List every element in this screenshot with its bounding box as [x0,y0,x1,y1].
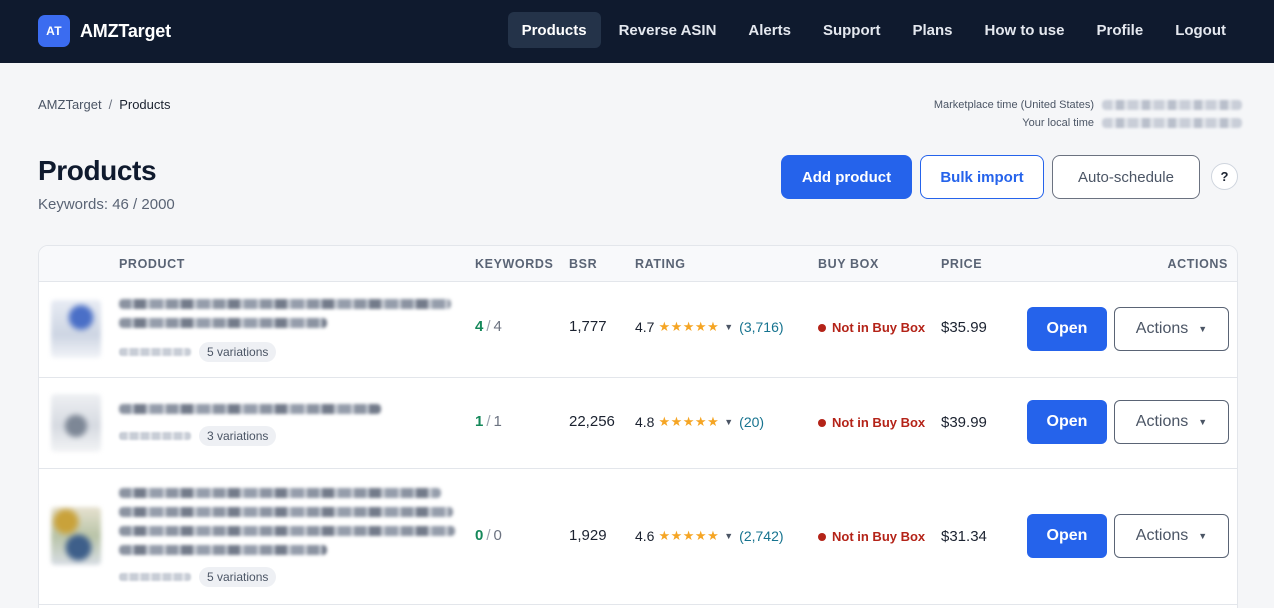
product-meta: 5 variations [119,342,277,362]
rating[interactable]: 4.8 ★★★★★ ▼ (20) [635,414,764,430]
status-dot-icon [818,418,826,427]
keywords-usage: Keywords: 46 / 2000 [38,196,175,213]
variations-badge[interactable]: 5 variations [199,567,277,587]
product-title-blurred[interactable] [119,488,455,564]
breadcrumb-separator: / [108,97,113,112]
time-info: Marketplace time (United States) Your lo… [934,96,1242,132]
keywords-count[interactable]: 1/1 [475,413,502,430]
chevron-down-icon[interactable]: ▼ [724,531,733,541]
nav-products[interactable]: Products [507,12,601,48]
open-button[interactable]: Open [1027,514,1107,558]
reviews-count[interactable]: (2,742) [739,528,783,544]
col-bsr[interactable]: BSR [569,257,597,271]
chevron-down-icon[interactable]: ▼ [724,322,733,332]
brand-name: AMZTarget [80,20,171,41]
table-header: PRODUCT KEYWORDS BSR RATING BUY BOX PRIC… [39,246,1237,282]
product-title-blurred[interactable] [119,404,381,423]
caret-down-icon: ▼ [1198,417,1208,427]
buy-box-status: Not in Buy Box [818,529,925,544]
local-time-label: Your local time [1022,117,1094,129]
product-asin-blurred [119,432,191,440]
nav-plans[interactable]: Plans [898,12,966,48]
top-navbar: AT AMZTarget Products Reverse ASIN Alert… [0,0,1274,63]
rating-value: 4.6 [635,528,655,544]
product-thumbnail[interactable] [51,300,101,358]
variations-badge[interactable]: 3 variations [199,426,277,446]
star-rating-icon: ★★★★★ [658,528,720,543]
page-title: Products [38,155,157,186]
col-actions: ACTIONS [1167,257,1228,271]
open-button[interactable]: Open [1027,400,1107,444]
nav-how-to-use[interactable]: How to use [970,12,1078,48]
rating-value: 4.7 [635,319,655,335]
reviews-count[interactable]: (3,716) [739,319,783,335]
breadcrumb-root[interactable]: AMZTarget [38,97,102,112]
bsr-value: 1,929 [569,527,607,544]
product-meta: 3 variations [119,426,277,446]
variations-badge[interactable]: 5 variations [199,342,277,362]
reviews-count[interactable]: (20) [739,414,764,430]
rating[interactable]: 4.6 ★★★★★ ▼ (2,742) [635,528,784,544]
col-keywords[interactable]: KEYWORDS [475,257,553,271]
price-value: $31.34 [941,528,987,545]
actions-dropdown[interactable]: Actions ▼ [1114,400,1229,444]
bsr-value: 22,256 [569,413,615,430]
actions-dropdown[interactable]: Actions ▼ [1114,307,1229,351]
help-button[interactable]: ? [1211,163,1238,190]
col-price[interactable]: PRICE [941,257,982,271]
keywords-count[interactable]: 4/4 [475,318,502,335]
table-row: 5 variations 4/4 1,777 4.7 ★★★★★ ▼ (3,71… [39,282,1237,378]
caret-down-icon: ▼ [1198,531,1208,541]
brand[interactable]: AT AMZTarget [38,15,171,47]
main-nav: Products Reverse ASIN Alerts Support Pla… [504,12,1240,48]
price-value: $35.99 [941,319,987,336]
add-product-button[interactable]: Add product [781,155,912,199]
marketplace-time-label: Marketplace time (United States) [933,99,1094,111]
breadcrumb-current: Products [119,97,171,112]
marketplace-time-value-blurred [1102,100,1242,110]
keywords-count[interactable]: 0/0 [475,527,502,544]
status-dot-icon [818,532,826,541]
nav-logout[interactable]: Logout [1161,12,1240,48]
buy-box-status: Not in Buy Box [818,415,925,430]
local-time-value-blurred [1102,118,1242,128]
auto-schedule-button[interactable]: Auto-schedule [1052,155,1200,199]
product-asin-blurred [119,348,191,356]
bulk-import-button[interactable]: Bulk import [920,155,1044,199]
actions-dropdown[interactable]: Actions ▼ [1114,514,1229,558]
col-buy-box[interactable]: BUY BOX [818,257,879,271]
nav-alerts[interactable]: Alerts [734,12,805,48]
product-meta: 5 variations [119,567,277,587]
star-rating-icon: ★★★★★ [658,319,720,334]
product-thumbnail[interactable] [51,394,101,452]
table-row: 3 variations 1/1 22,256 4.8 ★★★★★ ▼ (20)… [39,378,1237,469]
status-dot-icon [818,323,826,332]
nav-profile[interactable]: Profile [1083,12,1158,48]
open-button[interactable]: Open [1027,307,1107,351]
col-rating[interactable]: RATING [635,257,686,271]
brand-logo: AT [38,15,70,47]
product-thumbnail[interactable] [51,507,101,565]
bsr-value: 1,777 [569,318,607,335]
buy-box-status: Not in Buy Box [818,320,925,335]
nav-reverse-asin[interactable]: Reverse ASIN [605,12,731,48]
products-table: PRODUCT KEYWORDS BSR RATING BUY BOX PRIC… [38,245,1238,608]
star-rating-icon: ★★★★★ [658,414,720,429]
rating-value: 4.8 [635,414,655,430]
rating[interactable]: 4.7 ★★★★★ ▼ (3,716) [635,319,784,335]
product-title-blurred[interactable] [119,299,451,337]
price-value: $39.99 [941,414,987,431]
breadcrumb: AMZTarget / Products [38,97,171,112]
nav-support[interactable]: Support [809,12,895,48]
col-product[interactable]: PRODUCT [119,257,185,271]
caret-down-icon: ▼ [1198,324,1208,334]
table-row: 5 variations 0/0 1,929 4.6 ★★★★★ ▼ (2,74… [39,469,1237,605]
product-asin-blurred [119,573,191,581]
chevron-down-icon[interactable]: ▼ [724,417,733,427]
